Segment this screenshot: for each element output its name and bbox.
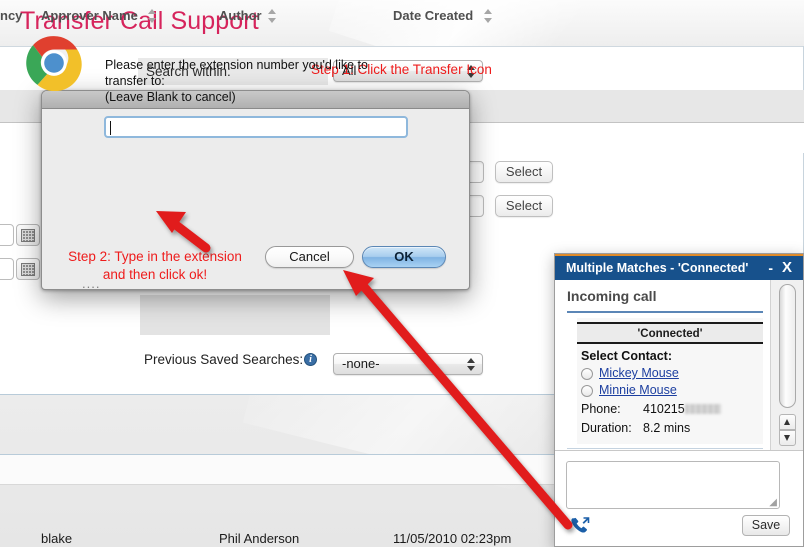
- form-placeholder-block: [140, 295, 330, 335]
- text-caret: [110, 121, 111, 135]
- date-field-1[interactable]: [0, 224, 14, 246]
- call-status-badge: 'Connected': [577, 322, 763, 344]
- multiple-matches-scrollbar[interactable]: [770, 280, 803, 450]
- resize-grip-icon[interactable]: ◢: [769, 498, 777, 508]
- sort-icon-date[interactable]: [484, 9, 493, 23]
- dialog-message-line3: (Leave Blank to cancel): [105, 90, 236, 104]
- info-icon[interactable]: i: [304, 353, 317, 366]
- chrome-logo-icon: [26, 35, 82, 92]
- phone-row: Phone: 410215: [581, 402, 721, 416]
- heading-divider: [567, 311, 763, 313]
- radio-icon[interactable]: [581, 368, 593, 380]
- multiple-matches-footer: ◢ Save: [555, 450, 803, 546]
- ok-button[interactable]: OK: [362, 246, 446, 268]
- extension-input[interactable]: [104, 116, 408, 138]
- select-button-3[interactable]: Select: [495, 195, 553, 217]
- phone-value: 410215: [643, 402, 685, 416]
- step2-line2: and then click ok!: [102, 267, 208, 282]
- radio-icon[interactable]: [581, 385, 593, 397]
- date-field-2[interactable]: [0, 258, 14, 280]
- incoming-call-heading: Incoming call: [567, 288, 657, 304]
- step2-line1: Step 2: Type in the extension: [68, 249, 242, 264]
- calendar-button-1[interactable]: [16, 224, 40, 246]
- column-header-date[interactable]: Date Created: [393, 8, 473, 23]
- calendar-icon: [21, 263, 35, 276]
- stepper-icon: [463, 355, 479, 373]
- page-header: Transfer Call Support: [0, 0, 804, 46]
- contact-link-mickey[interactable]: Mickey Mouse: [599, 366, 679, 380]
- column-header-agency[interactable]: ncy: [0, 8, 22, 23]
- multiple-matches-body: Incoming call 'Connected' Select Contact…: [555, 280, 772, 450]
- scroll-up-icon[interactable]: [779, 414, 796, 430]
- cell-approver: blake: [41, 531, 73, 546]
- minimize-icon[interactable]: -: [768, 260, 773, 276]
- saved-searches-label: Previous Saved Searches:: [144, 352, 304, 367]
- dialog-message: Please enter the extension number you'd …: [105, 57, 380, 105]
- header-sheen: [328, 0, 652, 46]
- calendar-icon: [21, 229, 35, 242]
- cancel-button[interactable]: Cancel: [265, 246, 354, 268]
- save-button[interactable]: Save: [742, 515, 790, 536]
- cell-author: Phil Anderson: [219, 531, 300, 546]
- sort-icon-approver[interactable]: [148, 9, 157, 23]
- phone-transfer-icon[interactable]: [569, 515, 591, 537]
- duration-value: 8.2 mins: [643, 421, 691, 435]
- multiple-matches-title: Multiple Matches - 'Connected': [566, 261, 749, 275]
- dialog-message-line1: Please enter the extension number you'd …: [105, 58, 368, 72]
- column-header-author[interactable]: Author: [219, 8, 262, 23]
- close-icon[interactable]: X: [782, 259, 792, 276]
- phone-label: Phone:: [581, 402, 621, 416]
- cell-date: 11/05/2010 02:23pm: [393, 531, 512, 546]
- contact-link-minnie[interactable]: Minnie Mouse: [599, 383, 677, 397]
- select-button-2[interactable]: Select: [495, 161, 553, 183]
- multiple-matches-titlebar[interactable]: Multiple Matches - 'Connected' - X: [555, 254, 803, 280]
- redacted-digits: [684, 404, 721, 414]
- dialog-bottom-dots: ....: [82, 276, 101, 291]
- sort-icon-author[interactable]: [268, 9, 277, 23]
- note-textarea[interactable]: ◢: [566, 461, 780, 509]
- column-header-approver[interactable]: Approver Name: [41, 8, 138, 23]
- duration-label: Duration:: [581, 421, 632, 435]
- card-bottom-divider: [567, 448, 763, 449]
- select-contact-label: Select Contact:: [581, 349, 672, 363]
- multiple-matches-window: Multiple Matches - 'Connected' - X Incom…: [554, 253, 804, 547]
- scrollbar-thumb[interactable]: [779, 284, 796, 408]
- scroll-down-icon[interactable]: [779, 430, 796, 446]
- calendar-button-2[interactable]: [16, 258, 40, 280]
- saved-searches-select[interactable]: -none-: [333, 353, 483, 375]
- duration-row: Duration: 8.2 mins: [581, 421, 690, 435]
- dialog-message-line2: transfer to:: [105, 74, 165, 88]
- saved-searches-select-value: -none-: [342, 356, 380, 371]
- app-screenshot: Transfer Call Support Search within: All…: [0, 0, 804, 547]
- call-card: 'Connected' Select Contact: Mickey Mouse…: [577, 318, 763, 444]
